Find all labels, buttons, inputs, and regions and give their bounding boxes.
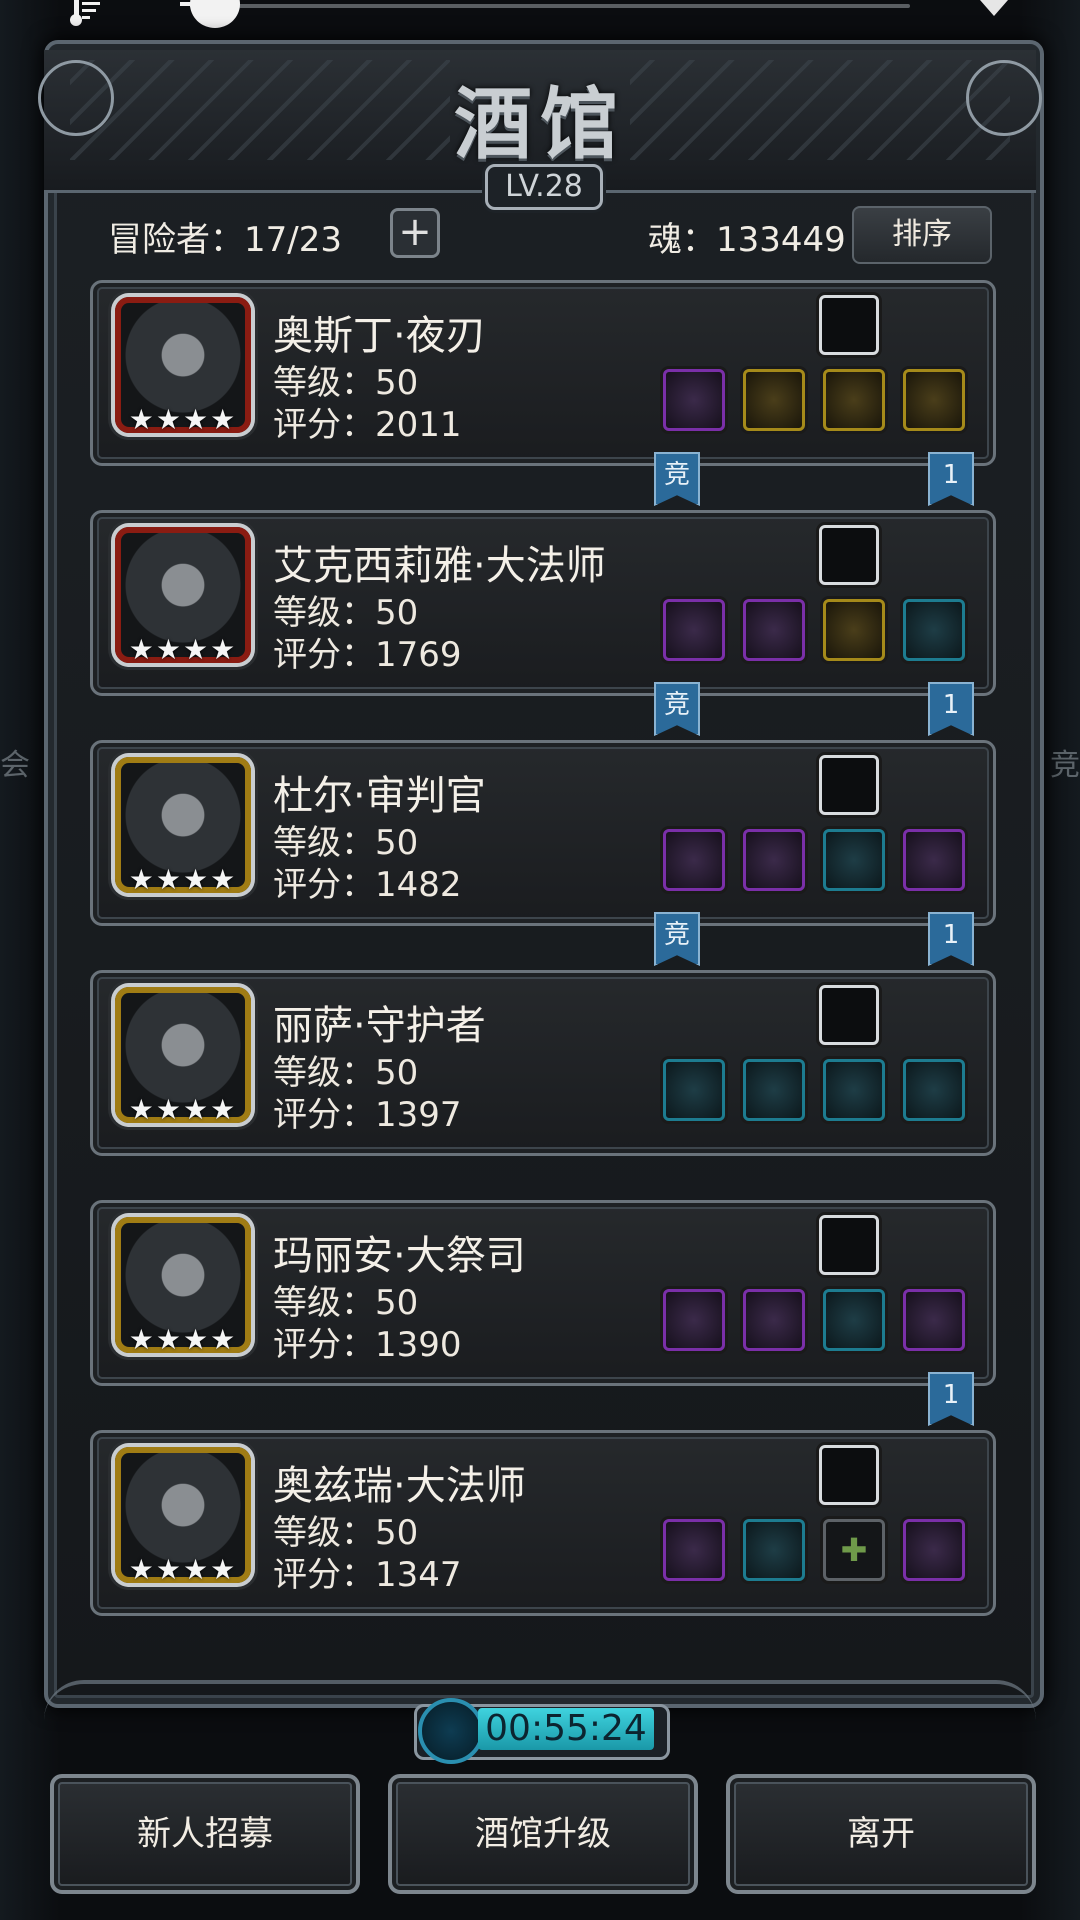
equipment-slot-icon[interactable]: [823, 1289, 885, 1351]
equipment-slot-icon[interactable]: [823, 1059, 885, 1121]
music-note-icon[interactable]: [70, 0, 110, 26]
star-rating: ★★★★: [128, 863, 238, 896]
add-adventurer-button[interactable]: +: [390, 208, 440, 258]
side-text-right: 竞: [1050, 748, 1080, 783]
hero-card[interactable]: ★★★★ 玛丽安·大祭司 等级：50 评分：1390: [90, 1200, 996, 1386]
equipment-slot-icon[interactable]: [823, 829, 885, 891]
equipment-slot-icon[interactable]: [823, 369, 885, 431]
equipment-slot-icon[interactable]: [663, 599, 725, 661]
leave-button[interactable]: 离开: [726, 1774, 1036, 1894]
gem-slot-icon[interactable]: [819, 525, 879, 585]
equipment-slot-icon[interactable]: [903, 369, 965, 431]
hero-name: 丽萨·守护者: [273, 1003, 486, 1049]
equipment-slot-icon[interactable]: [663, 1519, 725, 1581]
hero-card[interactable]: ★★★★ 奥斯丁·夜刃 等级：50 评分：2011: [90, 280, 996, 466]
adventurer-count: 冒险者：17/23: [108, 220, 342, 260]
clock-icon: [418, 1698, 484, 1764]
equipment-slot-icon[interactable]: [903, 1059, 965, 1121]
equipment-slot-icon[interactable]: [663, 829, 725, 891]
gem-slot-icon[interactable]: [819, 1445, 879, 1505]
equipment-slot-icon[interactable]: [663, 1059, 725, 1121]
media-bar: [0, 0, 1080, 30]
recruit-button[interactable]: 新人招募: [50, 1774, 360, 1894]
hero-score: 评分：1397: [273, 1095, 462, 1135]
hero-card[interactable]: ★★★★ 艾克西莉雅·大法师 等级：50 评分：1769: [90, 510, 996, 696]
equipment-slot-icon[interactable]: [903, 599, 965, 661]
equipment-slot-icon[interactable]: [663, 369, 725, 431]
empty-equipment-slot[interactable]: ✚: [823, 1519, 885, 1581]
equipment-slot-icon[interactable]: [903, 1289, 965, 1351]
hero-name: 艾克西莉雅·大法师: [273, 543, 606, 589]
star-rating: ★★★★: [128, 1323, 238, 1356]
page-title: 酒馆: [453, 79, 626, 170]
gem-slot-icon[interactable]: [819, 295, 879, 355]
gem-slot-icon[interactable]: [819, 1215, 879, 1275]
star-rating: ★★★★: [128, 1553, 238, 1586]
refresh-timer: 00:55:24: [478, 1708, 654, 1750]
hero-score: 评分：1347: [273, 1555, 462, 1595]
hero-score: 评分：1769: [273, 635, 462, 675]
equipment-slot-icon[interactable]: [743, 1059, 805, 1121]
hero-name: 奥兹瑞·大法师: [273, 1463, 526, 1509]
soul-currency: 魂：133449: [648, 220, 846, 260]
hero-card[interactable]: ★★★★ 奥兹瑞·大法师 等级：50 评分：1347 ✚: [90, 1430, 996, 1616]
gem-slot-icon[interactable]: [819, 755, 879, 815]
equipment-slot-icon[interactable]: [743, 829, 805, 891]
hero-score: 评分：1482: [273, 865, 462, 905]
gem-slot-icon[interactable]: [819, 985, 879, 1045]
hero-card[interactable]: ★★★★ 杜尔·审判官 等级：50 评分：1482: [90, 740, 996, 926]
equipment-slot-icon[interactable]: [903, 1519, 965, 1581]
star-rating: ★★★★: [128, 1093, 238, 1126]
equipment-slot-icon[interactable]: [743, 369, 805, 431]
equipment-slot-icon[interactable]: [743, 599, 805, 661]
equipment-slot-icon[interactable]: [663, 1289, 725, 1351]
hero-name: 玛丽安·大祭司: [273, 1233, 526, 1279]
sort-button[interactable]: 排序: [852, 206, 992, 264]
hero-card[interactable]: ★★★★ 丽萨·守护者 等级：50 评分：1397: [90, 970, 996, 1156]
side-text-left: 会: [0, 748, 30, 783]
equipment-slot-icon[interactable]: [903, 829, 965, 891]
tavern-level-badge: LV.28: [485, 164, 603, 210]
volume-slider-track[interactable]: [190, 4, 910, 8]
hero-score: 评分：1390: [273, 1325, 462, 1365]
star-rating: ★★★★: [128, 633, 238, 666]
chevron-down-icon[interactable]: [980, 0, 1008, 16]
volume-slider-knob[interactable]: [190, 0, 240, 28]
hero-name: 杜尔·审判官: [273, 773, 486, 819]
hero-name: 奥斯丁·夜刃: [273, 313, 486, 359]
equipment-slot-icon[interactable]: [743, 1519, 805, 1581]
hero-score: 评分：2011: [273, 405, 462, 445]
star-rating: ★★★★: [128, 403, 238, 436]
equipment-slot-icon[interactable]: [743, 1289, 805, 1351]
equipment-slot-icon[interactable]: [823, 599, 885, 661]
upgrade-tavern-button[interactable]: 酒馆升级: [388, 1774, 698, 1894]
